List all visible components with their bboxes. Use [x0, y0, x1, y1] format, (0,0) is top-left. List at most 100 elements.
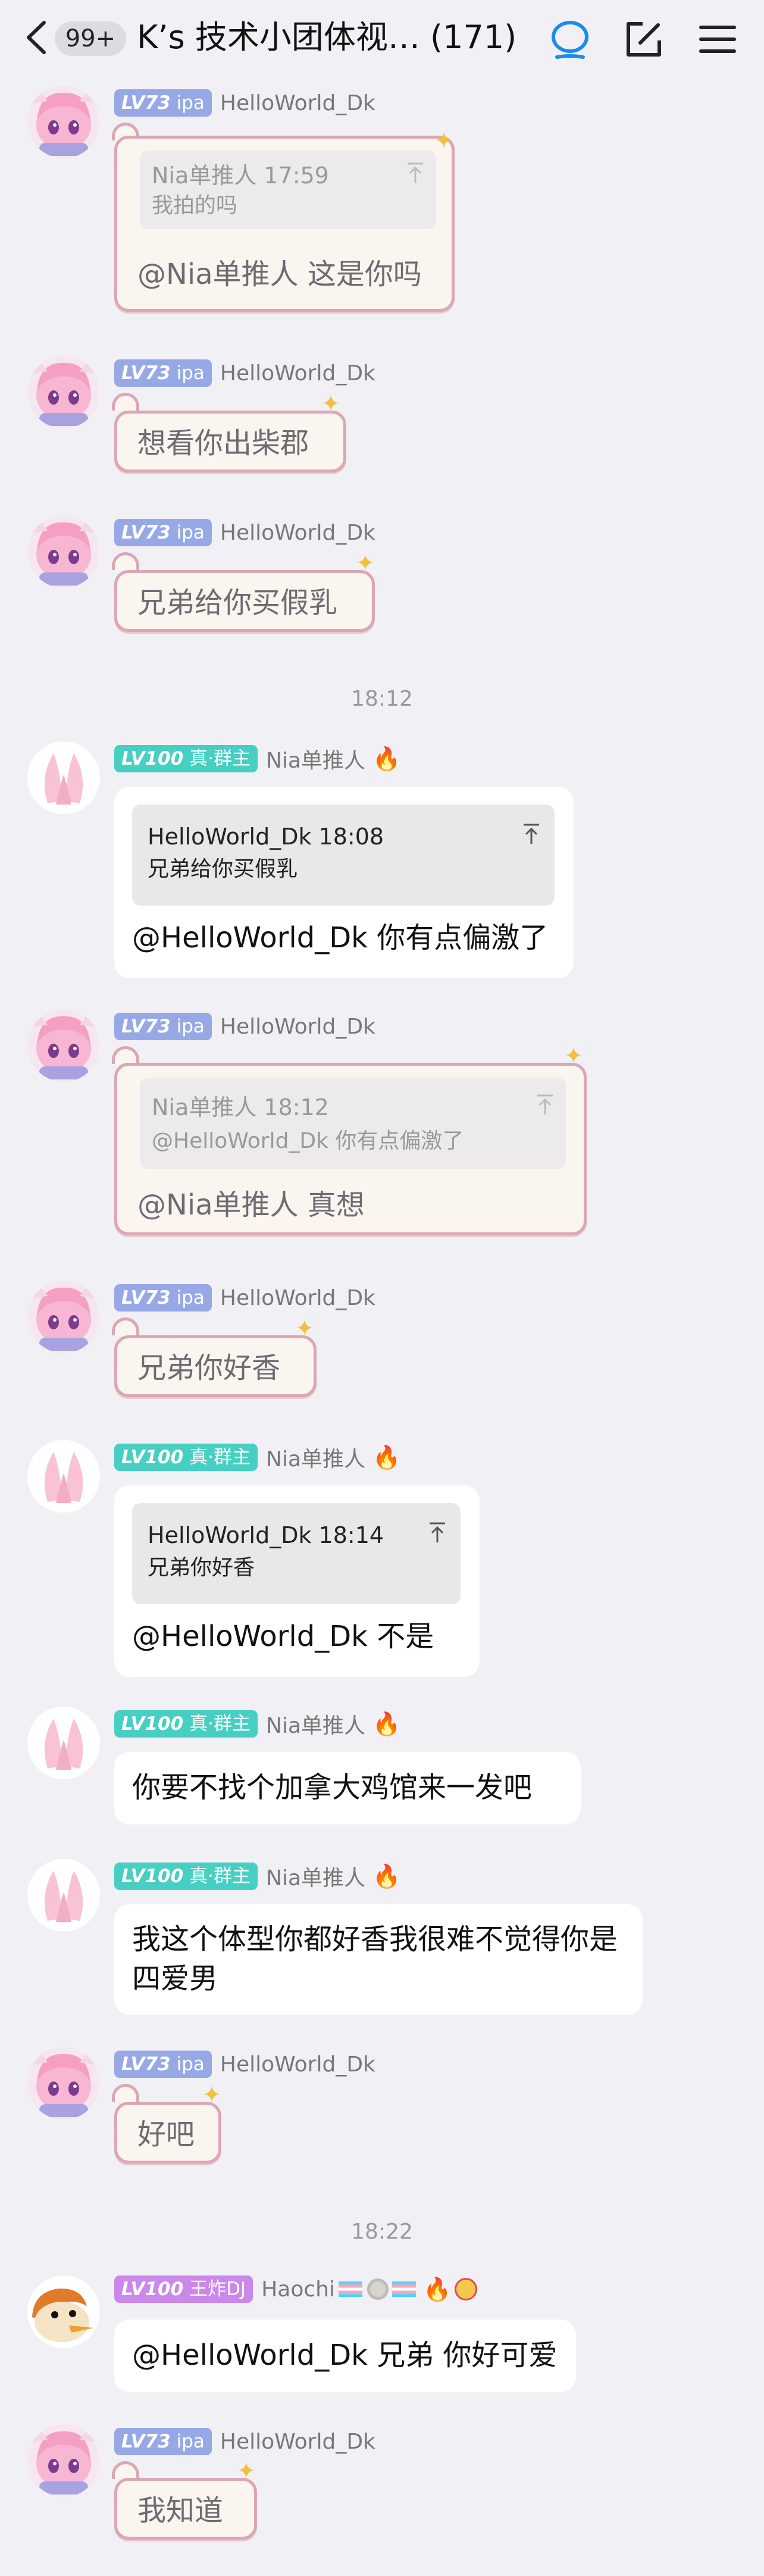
- message-bubble[interactable]: 想看你出柴郡: [114, 411, 346, 472]
- sender-meta: LV73 ipa HelloWorld_Dk: [114, 2424, 375, 2459]
- jump-to-quote-icon[interactable]: [535, 1093, 555, 1117]
- message-bubble[interactable]: 你要不找个加拿大鸡馆来一发吧: [114, 1752, 581, 1824]
- message-text: 兄弟你好香: [137, 1351, 281, 1385]
- sender-meta: LV100 王炸DJ Haochi 🔥: [114, 2272, 478, 2306]
- trans-flag-icon: [338, 2281, 362, 2297]
- message-text: 想看你出柴郡: [137, 427, 309, 460]
- quoted-message[interactable]: HelloWorld_Dk 18:08 兄弟给你买假乳: [132, 805, 555, 906]
- message-bubble[interactable]: 兄弟你好香: [114, 1335, 317, 1397]
- level-badge: LV100 王炸DJ: [114, 2275, 253, 2303]
- sender-name[interactable]: Nia单推人: [266, 743, 365, 774]
- sender-name[interactable]: HelloWorld_Dk: [220, 1015, 375, 1039]
- message-bubble[interactable]: Nia单推人 18:12 @HelloWorld_Dk 你有点偏激了 @Nia单…: [114, 1063, 587, 1235]
- quoted-message[interactable]: Nia单推人 17:59 我拍的吗: [140, 151, 436, 229]
- avatar-helloworld-dk[interactable]: [27, 356, 100, 428]
- sparkle-icon: ✦: [295, 1315, 314, 1341]
- chat-bubble-icon[interactable]: [549, 18, 591, 61]
- level-badge: LV73 ipa: [114, 1013, 212, 1040]
- avatar-nia[interactable]: [27, 741, 100, 814]
- jump-to-quote-icon[interactable]: [427, 1521, 447, 1545]
- bubble-ear-decoration: [112, 1046, 139, 1064]
- level-badge: LV73 ipa: [114, 2051, 212, 2078]
- quote-text: 兄弟你好香: [148, 1555, 255, 1580]
- quoted-message[interactable]: HelloWorld_Dk 18:14 兄弟你好香: [132, 1503, 461, 1604]
- fire-icon: 🔥: [372, 1863, 401, 1889]
- message-text: @HelloWorld_Dk 你有点偏激了: [132, 921, 549, 954]
- quote-header: HelloWorld_Dk 18:14: [148, 1522, 384, 1548]
- bubble-ear-decoration: [112, 2084, 139, 2102]
- avatar-helloworld-dk[interactable]: [27, 1281, 100, 1353]
- bubble-ear-decoration: [112, 552, 139, 570]
- disc-icon: [367, 2278, 389, 2300]
- avatar-helloworld-dk[interactable]: [27, 1009, 100, 1082]
- quoted-message[interactable]: Nia单推人 18:12 @HelloWorld_Dk 你有点偏激了: [140, 1078, 566, 1169]
- badge-smile-icon: [455, 2278, 478, 2300]
- bubble-ear-decoration: [112, 2461, 139, 2479]
- chat-header: 99+ K’s 技术小团体视… (171): [0, 0, 764, 77]
- message-bubble[interactable]: 好吧: [114, 2102, 221, 2164]
- sender-meta: LV100 真·群主 Nia单推人 🔥: [114, 741, 400, 776]
- level-badge: LV100 真·群主: [114, 1863, 258, 1890]
- timestamp-divider: 18:12: [351, 687, 413, 711]
- sparkle-icon: ✦: [237, 2458, 256, 2484]
- sender-meta: LV73 ipa HelloWorld_Dk: [114, 2047, 375, 2082]
- message-bubble[interactable]: 我知道: [114, 2478, 257, 2540]
- sender-name[interactable]: Nia单推人: [266, 1442, 365, 1473]
- sender-name[interactable]: Haochi: [261, 2277, 335, 2302]
- sender-name[interactable]: HelloWorld_Dk: [220, 1286, 375, 1310]
- message-bubble[interactable]: Nia单推人 17:59 我拍的吗 @Nia单推人 这是你吗: [114, 136, 455, 312]
- fire-icon: 🔥: [372, 1710, 401, 1737]
- sender-name[interactable]: HelloWorld_Dk: [220, 2430, 375, 2454]
- jump-to-quote-icon[interactable]: [521, 822, 541, 846]
- sparkle-icon: ✦: [321, 390, 340, 417]
- message-text: @Nia单推人 真想: [137, 1188, 365, 1222]
- quote-text: 我拍的吗: [152, 193, 238, 218]
- jump-to-quote-icon[interactable]: [405, 161, 425, 185]
- message-text: 兄弟给你买假乳: [137, 586, 338, 619]
- sender-name[interactable]: HelloWorld_Dk: [220, 521, 375, 545]
- avatar-haochi[interactable]: [27, 2275, 100, 2348]
- sender-meta: LV73 ipa HelloWorld_Dk: [114, 515, 375, 550]
- message-bubble[interactable]: HelloWorld_Dk 18:08 兄弟给你买假乳 @HelloWorld_…: [114, 787, 574, 978]
- avatar-helloworld-dk[interactable]: [27, 2424, 100, 2497]
- avatar-helloworld-dk[interactable]: [27, 515, 100, 588]
- avatar-helloworld-dk[interactable]: [27, 86, 100, 158]
- message-bubble[interactable]: @HelloWorld_Dk 兄弟 你好可爱: [114, 2320, 576, 2392]
- chat-title[interactable]: K’s 技术小团体视… (171): [137, 18, 516, 57]
- unread-badge[interactable]: 99+: [55, 21, 126, 56]
- avatar-nia[interactable]: [27, 1859, 100, 1932]
- avatar-helloworld-dk[interactable]: [27, 2047, 100, 2120]
- message-text: @Nia单推人 这是你吗: [137, 258, 422, 291]
- level-badge: LV73 ipa: [114, 89, 212, 117]
- fire-icon: 🔥: [372, 1444, 401, 1470]
- sender-meta: LV100 真·群主 Nia单推人 🔥: [114, 1707, 400, 1741]
- sender-name[interactable]: Nia单推人: [266, 1861, 365, 1892]
- sparkle-icon: ✦: [356, 550, 375, 576]
- message-text: 我这个体型你都好香我很难不觉得你是四爱男: [132, 1923, 618, 1995]
- avatar-nia[interactable]: [27, 1440, 100, 1513]
- timestamp-divider: 18:22: [351, 2220, 413, 2244]
- message-text: 好吧: [137, 2118, 195, 2151]
- sender-meta: LV73 ipa HelloWorld_Dk: [114, 1009, 375, 1044]
- sender-name[interactable]: HelloWorld_Dk: [220, 2052, 375, 2077]
- sparkle-icon: ✦: [434, 127, 453, 154]
- message-text: @HelloWorld_Dk 兄弟 你好可爱: [132, 2339, 558, 2372]
- menu-icon[interactable]: [696, 18, 739, 61]
- sender-name[interactable]: HelloWorld_Dk: [220, 91, 375, 115]
- sender-meta: LV73 ipa HelloWorld_Dk: [114, 86, 375, 120]
- message-bubble[interactable]: 我这个体型你都好香我很难不觉得你是四爱男: [114, 1904, 643, 2015]
- quote-header: Nia单推人 17:59: [152, 162, 329, 189]
- sparkle-icon: ✦: [202, 2082, 221, 2108]
- edit-icon[interactable]: [622, 18, 665, 61]
- message-text: 我知道: [137, 2494, 224, 2527]
- chevron-left-icon[interactable]: [18, 19, 54, 56]
- sender-name[interactable]: Nia单推人: [266, 1708, 365, 1739]
- quote-text: 兄弟给你买假乳: [148, 857, 298, 881]
- fire-icon: 🔥: [372, 745, 401, 772]
- avatar-nia[interactable]: [27, 1707, 100, 1779]
- sender-name[interactable]: HelloWorld_Dk: [220, 361, 375, 386]
- message-bubble[interactable]: 兄弟给你买假乳: [114, 570, 375, 632]
- level-badge: LV100 真·群主: [114, 1444, 258, 1471]
- level-badge: LV73 ipa: [114, 2428, 212, 2455]
- message-bubble[interactable]: HelloWorld_Dk 18:14 兄弟你好香 @HelloWorld_Dk…: [114, 1485, 480, 1677]
